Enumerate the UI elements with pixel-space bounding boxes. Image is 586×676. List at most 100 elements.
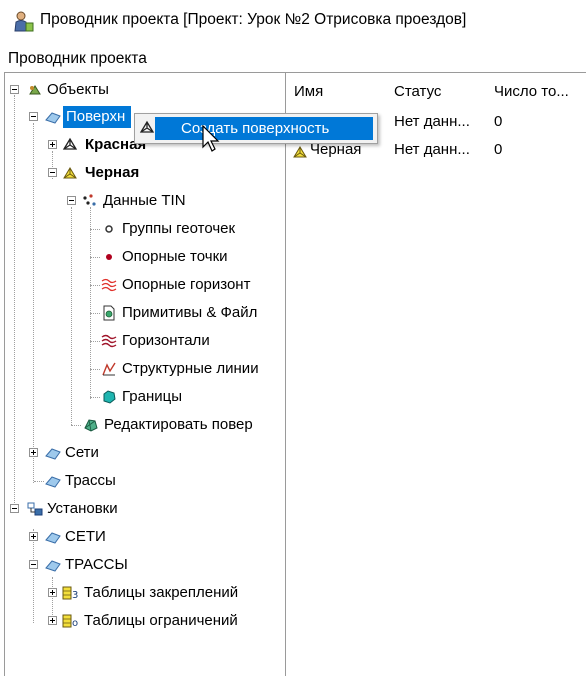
project-tree[interactable]: Объекты Поверхн Красная Черная Данные TI… xyxy=(4,72,286,676)
tree-label: Черная xyxy=(85,164,140,181)
tree-line xyxy=(90,369,100,370)
svg-text:o: o xyxy=(72,618,78,629)
tree-node-anchor-tables[interactable]: 3 Таблицы закреплений xyxy=(46,582,285,604)
window-title: Проводник проекта [Проект: Урок №2 Отрис… xyxy=(40,11,467,28)
tree-node-edit-surface[interactable]: Редактировать повер xyxy=(71,414,285,436)
tree-label: Опорные горизонт xyxy=(122,276,251,293)
expand-toggle[interactable] xyxy=(48,140,57,149)
tree-label: Горизонтали xyxy=(122,332,210,349)
tree-node-boundaries[interactable]: Границы xyxy=(90,386,283,408)
table-icon: 3 xyxy=(62,586,78,601)
tin-surface-icon xyxy=(62,137,78,150)
tree-label-selected: Поверхн xyxy=(63,106,132,128)
collapse-toggle[interactable] xyxy=(10,504,19,513)
context-menu: Создать поверхность xyxy=(134,113,378,144)
tree-label: Границы xyxy=(122,388,182,405)
tree-label: Установки xyxy=(47,500,118,517)
tree-node-constraint-tables[interactable]: o Таблицы ограничений xyxy=(46,610,285,632)
folder-icon xyxy=(45,532,61,544)
panel-header: Проводник проекта xyxy=(8,50,147,67)
point-icon xyxy=(106,254,112,260)
contours-icon xyxy=(101,334,117,348)
tin-surface-yellow-icon xyxy=(293,146,307,158)
expand-toggle[interactable] xyxy=(29,532,38,541)
tree-label: Таблицы ограничений xyxy=(84,612,238,629)
column-header-status[interactable]: Статус xyxy=(394,83,441,100)
tree-line xyxy=(90,341,100,342)
surface-list[interactable]: Имя Статус Число то... Нет данн... 0 Чер… xyxy=(286,72,586,676)
tree-node-settings-alignments[interactable]: ТРАССЫ xyxy=(27,554,247,576)
cell-status: Нет данн... xyxy=(394,141,470,158)
tree-node-contours[interactable]: Горизонтали xyxy=(90,330,283,352)
objects-icon xyxy=(29,85,41,95)
tree-line xyxy=(71,425,81,426)
surfaces-icon xyxy=(45,112,61,124)
collapse-toggle[interactable] xyxy=(29,560,38,569)
tree-label: Примитивы & Файл xyxy=(122,304,258,321)
tree-label: Группы геоточек xyxy=(122,220,236,237)
expand-toggle[interactable] xyxy=(48,616,57,625)
tree-line xyxy=(90,397,100,398)
tree-label: ТРАССЫ xyxy=(65,556,128,573)
tree-node-settings[interactable]: Установки xyxy=(9,498,279,520)
tree-label: Данные TIN xyxy=(103,192,186,209)
tree-label: Трассы xyxy=(65,472,116,489)
column-header-name[interactable]: Имя xyxy=(294,83,323,100)
tree-line xyxy=(90,285,100,286)
contours-red-icon xyxy=(101,278,117,292)
collapse-toggle[interactable] xyxy=(48,168,57,177)
cell-count: 0 xyxy=(494,113,503,130)
tree-line xyxy=(33,123,34,483)
tree-line xyxy=(34,481,44,482)
collapse-toggle[interactable] xyxy=(10,85,19,94)
tree-node-primitives[interactable]: Примитивы & Файл xyxy=(90,302,283,324)
collapse-toggle[interactable] xyxy=(67,196,76,205)
tree-node-settings-networks[interactable]: СЕТИ xyxy=(27,526,247,548)
tree-line xyxy=(90,257,100,258)
tree-node-surface-black[interactable]: Черная xyxy=(46,162,266,184)
create-surface-icon xyxy=(139,120,155,133)
tree-node-ref-contours[interactable]: Опорные горизонт xyxy=(90,274,283,296)
tin-data-icon xyxy=(83,194,96,206)
menu-item-create-surface[interactable]: Создать поверхность xyxy=(155,117,373,140)
alignments-icon xyxy=(45,476,61,488)
tree-node-breaklines[interactable]: Структурные линии xyxy=(90,358,283,380)
cell-status: Нет данн... xyxy=(394,113,470,130)
breaklines-icon xyxy=(102,362,116,376)
expand-toggle[interactable] xyxy=(29,448,38,457)
tree-node-point-groups[interactable]: Группы геоточек xyxy=(90,218,283,240)
collapse-toggle[interactable] xyxy=(29,112,38,121)
tree-node-networks[interactable]: Сети xyxy=(27,442,247,464)
tree-label: Структурные линии xyxy=(122,360,259,377)
title-bar: Проводник проекта [Проект: Урок №2 Отрис… xyxy=(0,0,586,42)
boundary-icon xyxy=(103,390,116,404)
tree-line xyxy=(90,313,100,314)
tree-label: СЕТИ xyxy=(65,528,106,545)
mouse-cursor-icon xyxy=(202,125,220,152)
prospector-person-icon xyxy=(14,11,34,32)
tree-node-ref-points[interactable]: Опорные точки xyxy=(90,246,283,268)
folder-icon xyxy=(45,560,61,572)
svg-text:3: 3 xyxy=(72,590,78,601)
tree-label: Объекты xyxy=(47,81,109,98)
point-group-icon xyxy=(105,225,113,233)
tree-node-tin-data[interactable]: Данные TIN xyxy=(65,190,275,212)
tree-node-alignments[interactable]: Трассы xyxy=(27,470,247,492)
settings-icon xyxy=(27,502,43,516)
tree-line xyxy=(14,95,15,509)
tree-line xyxy=(90,207,91,399)
tree-line xyxy=(90,229,100,230)
expand-toggle[interactable] xyxy=(48,588,57,597)
tree-label: Редактировать повер xyxy=(104,416,253,433)
tin-surface-yellow-icon xyxy=(63,167,77,179)
tree-line xyxy=(71,207,72,425)
file-icon xyxy=(103,305,115,321)
table-icon: o xyxy=(62,614,78,629)
tree-label: Сети xyxy=(65,444,99,461)
tree-label: Опорные точки xyxy=(122,248,228,265)
column-header-count[interactable]: Число то... xyxy=(494,83,569,100)
edit-surface-icon xyxy=(84,419,98,432)
networks-icon xyxy=(45,448,61,460)
cell-count: 0 xyxy=(494,141,503,158)
tree-node-objects[interactable]: Объекты xyxy=(9,79,279,101)
